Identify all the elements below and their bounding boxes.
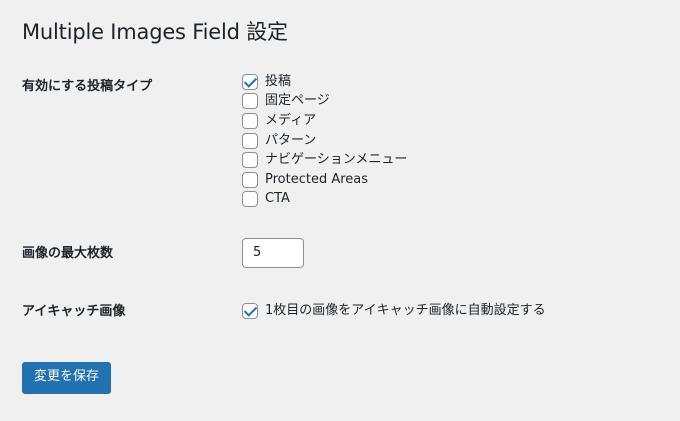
checkbox-label-pattern: パターン <box>265 132 317 148</box>
eyecatch-checkbox[interactable] <box>242 303 258 319</box>
checkbox-label-protected-areas: Protected Areas <box>265 171 369 187</box>
checkbox-label-cta: CTA <box>265 191 290 207</box>
checkbox-navigation-menu[interactable] <box>242 152 258 169</box>
checkbox-label-post: 投稿 <box>265 73 292 89</box>
save-button[interactable]: 変更を保存 <box>22 362 112 394</box>
settings-page: Multiple Images Field 設定 有効にする投稿タイプ 投稿 固… <box>0 0 680 421</box>
checkbox-page[interactable] <box>242 93 258 110</box>
post-type-item-pattern[interactable]: パターン <box>242 131 407 151</box>
post-types-label: 有効にする投稿タイプ <box>22 79 153 94</box>
eyecatch-checkbox-label: 1枚目の画像をアイキャッチ画像に自動設定する <box>265 303 546 318</box>
post-type-item-navigation-menu[interactable]: ナビゲーションメニュー <box>242 150 407 170</box>
eyecatch-label: アイキャッチ画像 <box>22 304 126 319</box>
checkbox-label-navigation-menu: ナビゲーションメニュー <box>265 152 408 168</box>
post-type-item-cta[interactable]: CTA <box>242 190 407 210</box>
checkbox-pattern[interactable] <box>242 132 258 149</box>
post-type-item-protected-areas[interactable]: Protected Areas <box>242 170 407 190</box>
checkbox-cta[interactable] <box>242 191 258 208</box>
max-images-label: 画像の最大枚数 <box>22 246 114 261</box>
max-images-input[interactable]: 5 <box>242 238 304 268</box>
checkbox-label-media: メディア <box>265 112 317 128</box>
post-type-item-page[interactable]: 固定ページ <box>242 92 407 112</box>
post-types-checkbox-group: 投稿 固定ページ メディア パターン ナビゲーションメニュー Protected… <box>242 72 407 209</box>
checkbox-label-page: 固定ページ <box>265 93 330 109</box>
checkbox-post[interactable] <box>242 73 258 90</box>
post-type-item-post[interactable]: 投稿 <box>242 72 407 92</box>
checkbox-media[interactable] <box>242 112 258 129</box>
checkbox-protected-areas[interactable] <box>242 171 258 188</box>
post-type-item-media[interactable]: メディア <box>242 111 407 131</box>
page-title: Multiple Images Field 設定 <box>22 20 288 44</box>
eyecatch-checkbox-item[interactable]: 1枚目の画像をアイキャッチ画像に自動設定する <box>242 302 546 320</box>
